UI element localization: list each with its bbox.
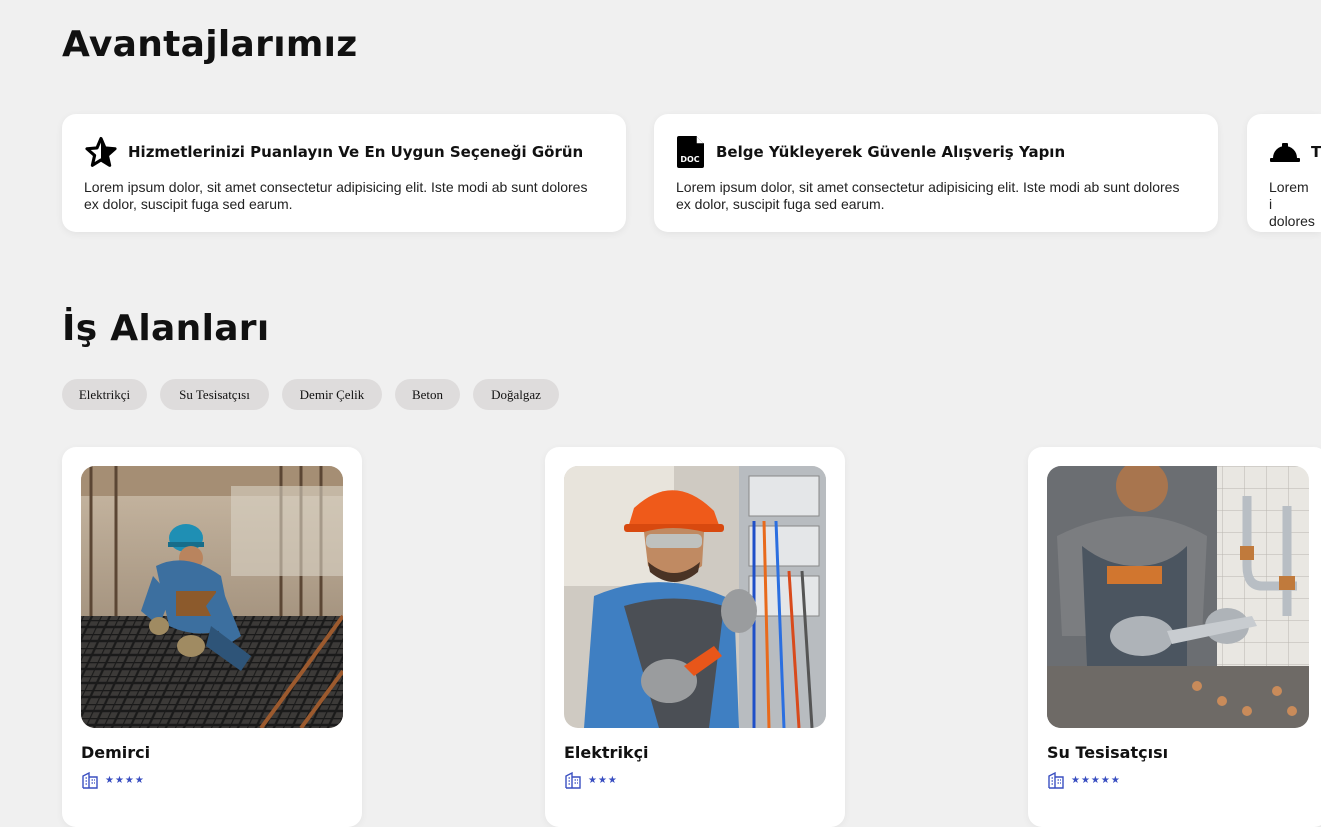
advantage-title: Belge Yükleyerek Güvenle Alışveriş Yapın [716,143,1066,161]
advantage-card-safety: T Lorem i dolores [1247,114,1321,232]
job-card-su-tesisatcisi[interactable]: Su Tesisatçısı ★★★★★ [1028,447,1321,827]
doc-icon: DOC [677,136,704,168]
building-icon [1048,771,1064,789]
advantage-card-documents: DOC Belge Yükleyerek Güvenle Alışveriş Y… [654,114,1218,232]
job-rating: ★★★★ [81,771,145,789]
job-name: Su Tesisatçısı [1047,743,1169,762]
advantage-title: Hizmetlerinizi Puanlayın Ve En Uygun Seç… [128,143,584,161]
job-image-electrician [564,466,826,728]
job-image-plumber [1047,466,1309,728]
star-icon [85,136,117,167]
job-card-elektrikci[interactable]: Elektrikçi ★★★ [545,447,845,827]
advantage-text: Lorem ipsum dolor, sit amet consectetur … [84,179,588,212]
advantage-card-rating: Hizmetlerinizi Puanlayın Ve En Uygun Seç… [62,114,626,232]
job-name: Elektrikçi [564,743,649,762]
rating-stars: ★★★★★ [1071,774,1121,786]
advantages-title: Avantajlarımız [62,24,358,65]
hard-hat-icon [1270,143,1300,162]
job-card-demirci[interactable]: Demirci ★★★★ [62,447,362,827]
rating-stars: ★★★ [588,774,618,786]
job-rating: ★★★★★ [1047,771,1121,789]
rating-stars: ★★★★ [105,774,145,786]
filter-chip-beton[interactable]: Beton [395,379,460,410]
filter-chip-dogalgaz[interactable]: Doğalgaz [473,379,559,410]
filter-chip-demir-celik[interactable]: Demir Çelik [282,379,382,410]
work-areas-title: İş Alanları [62,308,270,349]
filter-chip-elektrikci[interactable]: Elektrikçi [62,379,147,410]
building-icon [565,771,581,789]
doc-icon-label: DOC [680,155,699,164]
job-rating: ★★★ [564,771,618,789]
advantage-text: Lorem ipsum dolor, sit amet consectetur … [676,179,1180,212]
job-image-ironworker [81,466,343,728]
filter-chip-su-tesisatcisi[interactable]: Su Tesisatçısı [160,379,269,410]
advantage-title: T [1311,143,1321,161]
building-icon [82,771,98,789]
job-name: Demirci [81,743,151,762]
advantage-text: Lorem i dolores [1269,179,1315,229]
